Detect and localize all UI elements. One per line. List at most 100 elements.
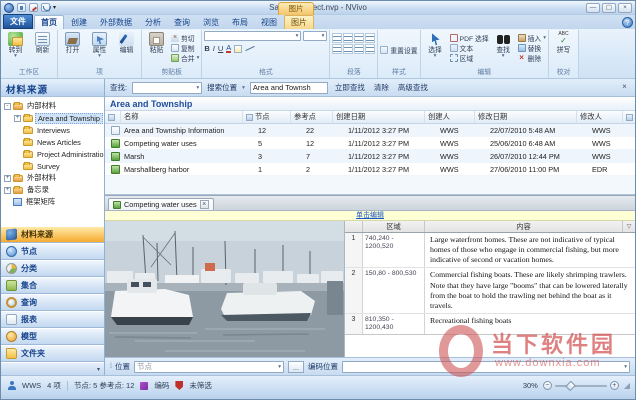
qat-dropdown-icon[interactable]: ▾	[53, 4, 56, 11]
copy-button[interactable]: 复制	[171, 43, 199, 52]
select-button[interactable]: 选择▾	[423, 31, 448, 58]
log-row[interactable]: 2 150,80 - 800,530 Commercial fishing bo…	[345, 268, 635, 314]
font-color-button[interactable]: A	[226, 44, 231, 53]
log-column-number[interactable]	[345, 221, 363, 232]
app-icon[interactable]	[4, 3, 14, 13]
line-spacing-button[interactable]	[365, 44, 375, 54]
highlight-button[interactable]	[234, 45, 242, 53]
chevron-down-icon[interactable]: ▾	[242, 86, 245, 90]
nav-folders[interactable]: 文件夹	[1, 345, 104, 362]
nav-classifications[interactable]: 分类	[1, 260, 104, 277]
log-row[interactable]: 1 740,240 - 1200,520 Large waterfront ho…	[345, 233, 635, 268]
italic-button[interactable]: I	[213, 44, 215, 53]
find-combo[interactable]: ▾	[132, 82, 202, 94]
font-family-combo[interactable]: ▾	[204, 31, 301, 41]
click-to-edit-link[interactable]: 单击编辑	[356, 212, 384, 219]
nav-reports[interactable]: 报表	[1, 311, 104, 328]
table-row[interactable]: Area and Township Information 12 22 1/11…	[105, 124, 635, 137]
column-nodes[interactable]: 节点	[243, 111, 291, 123]
column-modified-on[interactable]: 修改日期	[475, 111, 577, 123]
spelling-button[interactable]: 拼写	[551, 31, 576, 54]
bold-button[interactable]: B	[204, 44, 209, 53]
browse-button[interactable]: ...	[288, 361, 304, 373]
column-chooser-icon[interactable]	[623, 111, 635, 123]
zoom-track[interactable]	[555, 385, 607, 387]
expand-icon[interactable]: +	[4, 187, 11, 194]
indent-decrease-button[interactable]	[354, 33, 364, 43]
tree-item-internals[interactable]: - 内部材料	[1, 100, 104, 112]
undo-icon[interactable]	[41, 3, 50, 12]
tree-item-survey[interactable]: Survey	[1, 160, 104, 172]
text-selection-button[interactable]: 文本	[450, 43, 489, 52]
replace-button[interactable]: 替换	[518, 43, 546, 52]
zoom-thumb[interactable]	[565, 380, 576, 391]
table-row[interactable]: Marsh 3 7 1/11/2012 3:27 PM WWS 26/07/20…	[105, 150, 635, 163]
column-name[interactable]: 名称	[121, 111, 243, 123]
tree-item-framework-matrices[interactable]: 框架矩阵	[1, 196, 104, 208]
find-button[interactable]: 查找▾	[491, 31, 516, 58]
tree-item-project-administration[interactable]: Project Administration	[1, 148, 104, 160]
tab-view[interactable]: 视图	[255, 16, 283, 29]
save-icon[interactable]	[17, 3, 26, 12]
close-find-bar-icon[interactable]: ×	[619, 82, 630, 93]
refresh-button[interactable]: 刷新	[30, 31, 55, 54]
nav-sources[interactable]: 材料来源	[1, 226, 104, 243]
tab-home[interactable]: 首页	[34, 15, 64, 29]
expand-icon[interactable]: +	[4, 175, 11, 182]
collapse-icon[interactable]: -	[4, 103, 11, 110]
go-button[interactable]: 转到▾	[3, 31, 28, 58]
delete-button[interactable]: 删除	[518, 53, 546, 62]
zoom-slider[interactable]: − +	[543, 381, 619, 390]
underline-button[interactable]: U	[218, 44, 223, 53]
close-button[interactable]: ×	[618, 3, 632, 13]
minimize-button[interactable]: —	[586, 3, 600, 13]
edit-pen-icon[interactable]	[29, 3, 38, 12]
nav-collections[interactable]: 集合	[1, 277, 104, 294]
maximize-button[interactable]: ▢	[602, 3, 616, 13]
numbered-list-button[interactable]	[343, 33, 353, 43]
tab-picture[interactable]: 图片	[284, 15, 314, 29]
expand-icon[interactable]: +	[14, 115, 21, 122]
tree-item-memos[interactable]: + 备忘录	[1, 184, 104, 196]
column-icon[interactable]	[105, 111, 121, 123]
tab-explore[interactable]: 浏览	[197, 16, 225, 29]
tab-layout[interactable]: 布局	[226, 16, 254, 29]
log-row[interactable]: 3 810,350 - 1200,430 Recreational fishin…	[345, 314, 635, 335]
filter-icon[interactable]: ▽	[623, 221, 635, 232]
clear-button[interactable]: 清除	[372, 82, 391, 93]
align-right-button[interactable]	[354, 44, 364, 54]
zoom-in-icon[interactable]: +	[610, 381, 619, 390]
tab-external-data[interactable]: 外部数据	[94, 16, 138, 29]
edit-button[interactable]: 编辑	[114, 31, 139, 54]
tab-create[interactable]: 创建	[65, 16, 93, 29]
help-icon[interactable]: ?	[622, 17, 633, 28]
pdf-selection-button[interactable]: PDF 选择	[450, 33, 489, 42]
tab-analyze[interactable]: 分析	[139, 16, 167, 29]
tab-file[interactable]: 文件	[3, 14, 33, 29]
nav-nodes[interactable]: 节点	[1, 243, 104, 260]
tree-item-externals[interactable]: + 外部材料	[1, 172, 104, 184]
open-button[interactable]: 打开	[60, 31, 85, 54]
search-input[interactable]: Area and Townsh	[250, 82, 328, 94]
log-column-region[interactable]: 区域	[363, 221, 425, 232]
tab-query[interactable]: 查询	[168, 16, 196, 29]
harbor-photo[interactable]	[105, 221, 345, 357]
code-at-combo[interactable]: ▾	[342, 361, 630, 373]
tree-item-area-and-township[interactable]: + Area and Township	[1, 112, 104, 124]
region-selection-button[interactable]: 区域	[450, 53, 489, 62]
align-left-button[interactable]	[332, 44, 342, 54]
column-modified-by[interactable]: 修改人	[577, 111, 623, 123]
code-in-combo[interactable]: 节点▾	[134, 361, 284, 373]
tree-item-news-articles[interactable]: News Articles	[1, 136, 104, 148]
close-icon[interactable]: ×	[200, 200, 209, 209]
detail-tab-competing-water-uses[interactable]: Competing water uses ×	[108, 198, 214, 210]
bullet-list-button[interactable]	[332, 33, 342, 43]
tree-item-interviews[interactable]: Interviews	[1, 124, 104, 136]
properties-button[interactable]: 属性▾	[87, 31, 112, 58]
advanced-find-button[interactable]: 高级查找	[396, 82, 430, 93]
find-now-button[interactable]: 立即查找	[333, 82, 367, 93]
font-size-combo[interactable]: ▾	[303, 31, 327, 41]
resize-grip[interactable]: ◢	[624, 381, 629, 390]
nav-queries[interactable]: 查询	[1, 294, 104, 311]
reset-settings-button[interactable]: 重置设置	[380, 45, 417, 55]
